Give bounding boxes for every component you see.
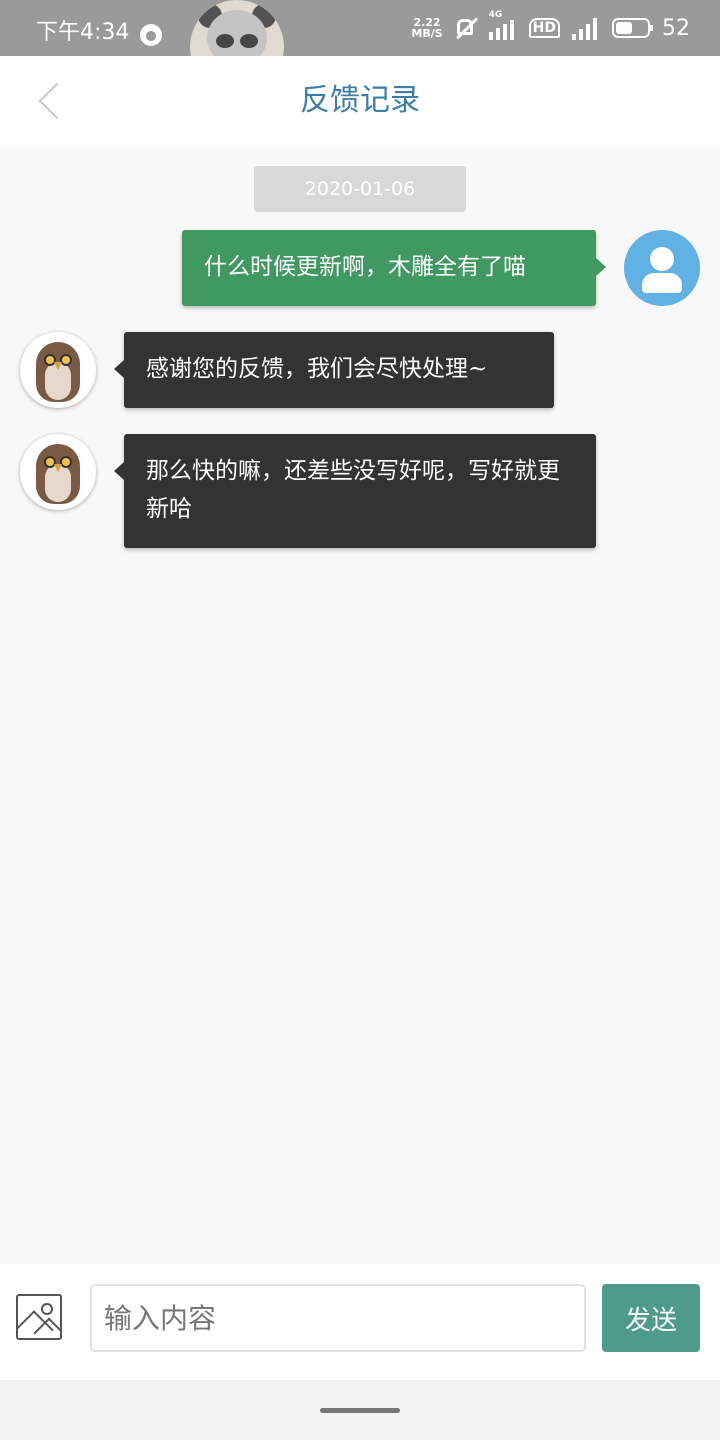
user-avatar-icon[interactable]: [624, 230, 700, 306]
mute-bell-icon: [455, 17, 477, 39]
network-type: 4G: [488, 10, 503, 20]
status-bar: 下午4:34 2.22 MB/S 4G HD 52: [0, 0, 720, 94]
date-separator: 2020-01-06: [254, 166, 466, 212]
send-button[interactable]: 发送: [602, 1284, 700, 1352]
signal-strength-icon: [572, 16, 600, 40]
message-input[interactable]: [90, 1284, 586, 1352]
support-message-bubble: 那么快的嘛，还差些没写好呢，写好就更新哈: [114, 434, 596, 548]
image-picker-button[interactable]: [16, 1294, 62, 1340]
app-header: 反馈记录: [0, 56, 720, 146]
owl-avatar-icon[interactable]: [20, 332, 96, 408]
status-time: 下午4:34: [36, 20, 130, 45]
battery-level: 52: [662, 15, 690, 41]
image-icon: [41, 1303, 53, 1315]
system-nav-bar: [0, 1380, 720, 1440]
battery-icon: [612, 18, 653, 38]
hd-call-icon: HD: [528, 18, 560, 38]
message-input-bar: 发送: [0, 1264, 720, 1380]
signal-4g-icon: 4G: [488, 10, 517, 40]
owl-avatar-icon[interactable]: [20, 434, 96, 510]
status-icons: 2.22 MB/S 4G HD 52: [411, 10, 690, 46]
page-title: 反馈记录: [300, 83, 420, 118]
notification-drop-icon: [140, 24, 162, 46]
net-speed: 2.22 MB/S: [411, 17, 442, 39]
user-message-bubble: 什么时候更新啊，木雕全有了喵: [182, 230, 606, 306]
back-button[interactable]: [32, 80, 72, 124]
net-speed-unit: MB/S: [411, 27, 443, 40]
home-indicator[interactable]: [320, 1408, 400, 1413]
support-message-bubble: 感谢您的反馈，我们会尽快处理~: [114, 332, 554, 408]
